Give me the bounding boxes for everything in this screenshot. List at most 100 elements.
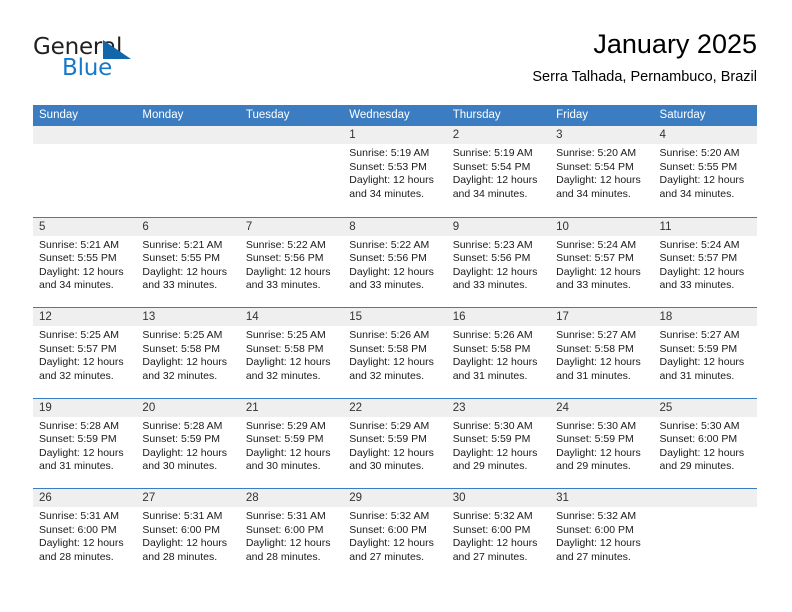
day-number xyxy=(136,126,240,144)
day-cell[interactable]: 27 Sunrise: 5:31 AM Sunset: 6:00 PM Dayligh… xyxy=(136,489,240,579)
day-details xyxy=(33,144,136,147)
day-cell[interactable]: 16 Sunrise: 5:26 AM Sunset: 5:58 PM Dayligh… xyxy=(446,308,551,398)
day-detail-line: Sunrise: 5:31 AM xyxy=(142,510,223,522)
day-cell[interactable]: 2 Sunrise: 5:19 AM Sunset: 5:54 PM Daylight… xyxy=(446,126,551,217)
day-detail-line: Sunset: 5:59 PM xyxy=(556,433,634,445)
day-detail-line: Sunset: 5:58 PM xyxy=(245,342,324,355)
day-number: 7 xyxy=(239,217,344,236)
day-detail-line: Daylight: 12 hours xyxy=(245,265,331,278)
day-cell[interactable]: 13 Sunrise: 5:25 AM Sunset: 5:58 PM Dayligh… xyxy=(136,308,240,398)
day-detail-line: Sunrise: 5:31 AM xyxy=(39,510,119,522)
calendar-week-row: 5 Sunrise: 5:21 AM Sunset: 5:55 PM Daylight… xyxy=(33,216,757,307)
day-detail-line: and 33 minutes. xyxy=(245,279,321,291)
day-detail-line: Daylight: 12 hours xyxy=(349,265,434,278)
day-details: Sunrise: 5:20 AM Sunset: 5:54 PM Daylight:… xyxy=(550,144,653,201)
day-detail-line: Daylight: 12 hours xyxy=(39,446,124,459)
day-detail-line: Sunrise: 5:23 AM xyxy=(452,238,533,251)
day-cell[interactable]: 11 Sunrise: 5:24 AM Sunset: 5:57 PM Dayligh… xyxy=(653,217,757,307)
day-detail-line: and 32 minutes. xyxy=(245,369,321,382)
day-number: 4 xyxy=(653,126,757,144)
day-cell[interactable]: 1 Sunrise: 5:19 AM Sunset: 5:53 PM Daylight… xyxy=(343,126,447,217)
day-cell[interactable]: 24 Sunrise: 5:30 AM Sunset: 5:59 PM Dayligh… xyxy=(550,398,654,488)
day-detail-line: Sunset: 5:58 PM xyxy=(452,342,531,355)
day-number: 18 xyxy=(653,308,757,326)
day-cell[interactable]: 5 Sunrise: 5:21 AM Sunset: 5:55 PM Daylight… xyxy=(33,217,137,307)
day-detail-line: Sunrise: 5:20 AM xyxy=(659,147,740,159)
day-detail-line: Sunrise: 5:28 AM xyxy=(142,419,223,432)
day-cell[interactable]: 31 Sunrise: 5:32 AM Sunset: 6:00 PM Dayligh… xyxy=(550,489,654,579)
day-detail-line: Sunset: 5:58 PM xyxy=(142,342,221,355)
day-detail-line: and 34 minutes. xyxy=(452,187,528,200)
day-details: Sunrise: 5:21 AM Sunset: 5:55 PM Daylight:… xyxy=(33,236,136,293)
day-detail-line: Sunset: 5:58 PM xyxy=(349,342,427,355)
day-number: 23 xyxy=(446,398,551,417)
day-cell[interactable]: 19 Sunrise: 5:28 AM Sunset: 5:59 PM Dayligh… xyxy=(33,398,137,488)
day-detail-line: Sunset: 5:57 PM xyxy=(659,252,738,264)
day-number: 31 xyxy=(550,489,654,507)
calendar-page: General Blue January 2025 Serra Talhada,… xyxy=(0,0,792,612)
day-detail-line: Sunrise: 5:21 AM xyxy=(39,238,119,251)
day-detail-line: and 29 minutes. xyxy=(556,460,631,472)
day-cell[interactable]: 23 Sunrise: 5:30 AM Sunset: 5:59 PM Dayligh… xyxy=(446,398,551,488)
day-cell[interactable]: 14 Sunrise: 5:25 AM Sunset: 5:58 PM Dayligh… xyxy=(239,308,344,398)
day-cell[interactable]: 9 Sunrise: 5:23 AM Sunset: 5:56 PM Daylight… xyxy=(446,217,551,307)
day-detail-line: Daylight: 12 hours xyxy=(556,265,641,278)
day-cell[interactable]: 25 Sunrise: 5:30 AM Sunset: 6:00 PM Dayligh… xyxy=(653,398,757,488)
day-detail-line: Sunset: 5:59 PM xyxy=(245,433,324,445)
day-cell[interactable]: 8 Sunrise: 5:22 AM Sunset: 5:56 PM Daylight… xyxy=(343,217,447,307)
day-details: Sunrise: 5:32 AM Sunset: 6:00 PM Daylight:… xyxy=(550,507,653,564)
day-detail-line: and 34 minutes. xyxy=(556,187,631,200)
day-details: Sunrise: 5:32 AM Sunset: 6:00 PM Daylight:… xyxy=(447,507,550,564)
day-details: Sunrise: 5:21 AM Sunset: 5:55 PM Daylight:… xyxy=(136,236,239,293)
day-cell[interactable]: 12 Sunrise: 5:25 AM Sunset: 5:57 PM Dayligh… xyxy=(33,308,137,398)
day-number: 26 xyxy=(33,489,137,507)
day-cell[interactable]: 28 Sunrise: 5:31 AM Sunset: 6:00 PM Dayligh… xyxy=(239,489,344,579)
day-detail-line: Sunrise: 5:27 AM xyxy=(659,329,740,341)
day-detail-line: Daylight: 12 hours xyxy=(452,174,538,186)
day-details: Sunrise: 5:25 AM Sunset: 5:57 PM Daylight:… xyxy=(33,326,136,383)
day-detail-line: Sunrise: 5:25 AM xyxy=(142,329,223,341)
day-details: Sunrise: 5:29 AM Sunset: 5:59 PM Daylight:… xyxy=(240,417,343,474)
day-details: Sunrise: 5:24 AM Sunset: 5:57 PM Daylight:… xyxy=(654,236,757,293)
day-detail-line: and 28 minutes. xyxy=(39,550,114,563)
day-cell[interactable]: 10 Sunrise: 5:24 AM Sunset: 5:57 PM Dayligh… xyxy=(550,217,654,307)
day-detail-line: Sunrise: 5:29 AM xyxy=(349,419,430,432)
day-detail-line: Daylight: 12 hours xyxy=(659,446,745,459)
day-cell[interactable]: 7 Sunrise: 5:22 AM Sunset: 5:56 PM Daylight… xyxy=(239,217,344,307)
day-detail-line: Daylight: 12 hours xyxy=(39,265,124,278)
day-details: Sunrise: 5:30 AM Sunset: 6:00 PM Daylight:… xyxy=(654,417,757,474)
day-cell[interactable]: 21 Sunrise: 5:29 AM Sunset: 5:59 PM Dayligh… xyxy=(239,398,344,488)
day-details: Sunrise: 5:31 AM Sunset: 6:00 PM Daylight:… xyxy=(240,507,343,564)
day-detail-line: Daylight: 12 hours xyxy=(245,537,331,549)
calendar-week-row: 12 Sunrise: 5:25 AM Sunset: 5:57 PM Dayligh… xyxy=(33,307,757,398)
day-cell[interactable]: 6 Sunrise: 5:21 AM Sunset: 5:55 PM Daylight… xyxy=(136,217,240,307)
day-detail-line: Sunset: 5:59 PM xyxy=(39,433,117,445)
day-cell[interactable]: 17 Sunrise: 5:27 AM Sunset: 5:58 PM Dayligh… xyxy=(550,308,654,398)
day-detail-line: Sunset: 6:00 PM xyxy=(659,433,738,445)
day-cell[interactable]: 18 Sunrise: 5:27 AM Sunset: 5:59 PM Dayligh… xyxy=(653,308,757,398)
day-cell[interactable]: 20 Sunrise: 5:28 AM Sunset: 5:59 PM Dayligh… xyxy=(136,398,240,488)
day-details: Sunrise: 5:19 AM Sunset: 5:54 PM Daylight:… xyxy=(447,144,550,201)
day-cell[interactable]: 26 Sunrise: 5:31 AM Sunset: 6:00 PM Dayligh… xyxy=(33,489,137,579)
day-cell[interactable]: 22 Sunrise: 5:29 AM Sunset: 5:59 PM Dayligh… xyxy=(343,398,447,488)
day-detail-line: Sunrise: 5:31 AM xyxy=(245,510,326,522)
day-detail-line: Sunrise: 5:21 AM xyxy=(142,238,223,251)
day-detail-line: Sunset: 5:59 PM xyxy=(452,433,531,445)
day-details: Sunrise: 5:31 AM Sunset: 6:00 PM Daylight:… xyxy=(136,507,239,564)
calendar-week-row: 26 Sunrise: 5:31 AM Sunset: 6:00 PM Dayligh… xyxy=(33,488,757,579)
day-detail-line: and 31 minutes. xyxy=(452,369,528,382)
general-blue-logo[interactable]: General Blue xyxy=(33,36,233,92)
day-detail-line: and 31 minutes. xyxy=(659,369,735,382)
day-detail-line: Sunrise: 5:28 AM xyxy=(39,419,119,432)
day-number: 5 xyxy=(33,217,137,236)
day-cell[interactable]: 15 Sunrise: 5:26 AM Sunset: 5:58 PM Dayligh… xyxy=(343,308,447,398)
day-cell[interactable]: 3 Sunrise: 5:20 AM Sunset: 5:54 PM Daylight… xyxy=(550,126,654,217)
day-details: Sunrise: 5:28 AM Sunset: 5:59 PM Daylight:… xyxy=(33,417,136,474)
day-detail-line: Sunset: 6:00 PM xyxy=(39,523,117,536)
day-detail-line: and 29 minutes. xyxy=(659,460,735,472)
day-number: 24 xyxy=(550,398,654,417)
day-number: 1 xyxy=(343,126,447,144)
day-cell[interactable]: 30 Sunrise: 5:32 AM Sunset: 6:00 PM Dayligh… xyxy=(446,489,551,579)
day-cell[interactable]: 29 Sunrise: 5:32 AM Sunset: 6:00 PM Dayligh… xyxy=(343,489,447,579)
day-cell[interactable]: 4 Sunrise: 5:20 AM Sunset: 5:55 PM Daylight… xyxy=(653,126,757,217)
